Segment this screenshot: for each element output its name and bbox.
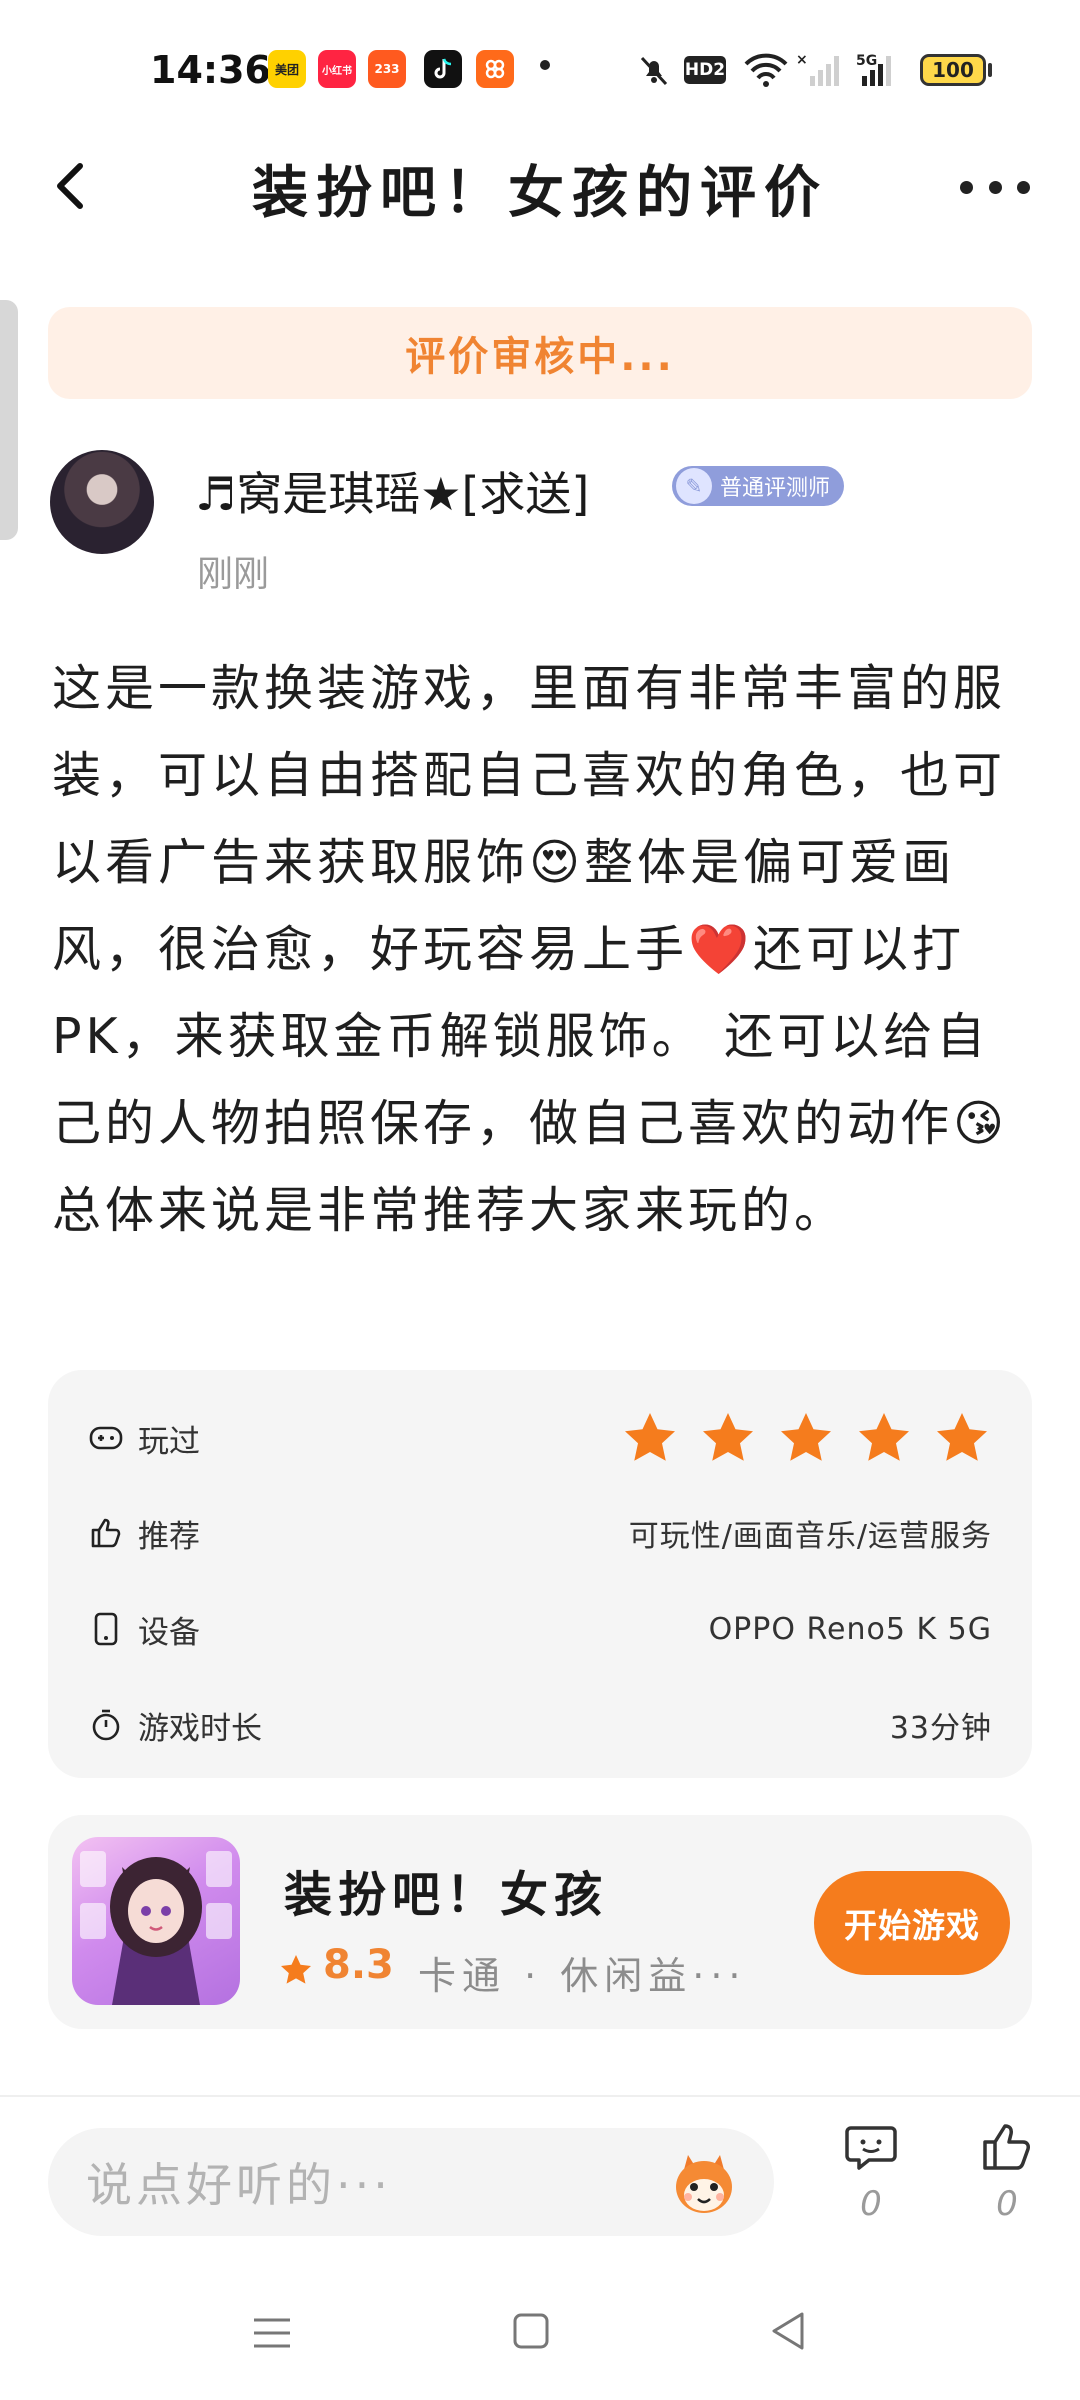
user-level-badge: ✎ 普通评测师: [672, 466, 845, 506]
recent-apps-icon[interactable]: [252, 2314, 292, 2352]
start-game-button[interactable]: 开始游戏: [814, 1871, 1010, 1975]
recommend-label: 推荐: [138, 1518, 200, 1555]
more-dot: [960, 180, 973, 194]
comment-input[interactable]: 说点好听的···: [48, 2128, 774, 2236]
game-card[interactable]: 装扮吧！女孩 8.3 卡通 · 休闲益··· 开始游戏: [48, 1815, 1032, 2029]
played-label: 玩过: [138, 1423, 200, 1460]
back-button[interactable]: [44, 150, 104, 220]
edge-panel-handle[interactable]: [0, 300, 18, 540]
svg-text:×: ×: [796, 52, 808, 68]
battery-indicator: 100: [920, 54, 986, 86]
badge-icon: ✎: [676, 468, 712, 504]
game-tags: 卡通 · 休闲益···: [418, 1954, 747, 1998]
game-rating: 8.3: [323, 1942, 394, 1988]
wifi-icon: [744, 53, 788, 87]
game-name[interactable]: 装扮吧！女孩: [284, 1855, 608, 1925]
bottom-divider: [0, 2095, 1080, 2097]
game-app-icon[interactable]: [72, 1837, 240, 2005]
comment-action[interactable]: 0: [836, 2118, 906, 2224]
rating-star-icon: [859, 1413, 909, 1461]
back-arrow-icon: [57, 163, 83, 209]
page-title: 装扮吧！女孩的评价: [252, 161, 828, 226]
tiktok-icon: [424, 50, 462, 88]
meituan-app-icon: 美团: [268, 50, 306, 88]
xiaohongshu-app-icon: 小红书: [318, 50, 356, 88]
post-time: 刚刚: [197, 554, 270, 595]
more-dot: [1017, 180, 1030, 194]
timer-icon: [88, 1707, 124, 1743]
device-row: 设备 OPPO Reno5 K 5G: [88, 1594, 992, 1664]
status-time: 14:36: [150, 48, 271, 92]
like-count: 0: [996, 2184, 1018, 2224]
recommend-value: 可玩性/画面音乐/运营服务: [628, 1519, 992, 1554]
device-label: 设备: [138, 1614, 200, 1651]
hd-icon: HD2: [684, 56, 726, 84]
user-name[interactable]: ♬窝是琪瑶★[求送]: [195, 458, 589, 524]
signal-5g-icon: 5G: [856, 53, 891, 86]
rating-stars: [620, 1408, 992, 1468]
review-status-banner: 评价审核中...: [48, 307, 1032, 399]
duration-row: 游戏时长 33分钟: [88, 1690, 992, 1760]
home-icon[interactable]: [513, 2313, 549, 2349]
review-body: 这是一款换装游戏，里面有非常丰富的服装，可以自由搭配自己喜欢的角色，也可以看广告…: [52, 660, 1009, 1239]
rating-star-icon: [937, 1413, 987, 1461]
rating-star-icon: [281, 1955, 311, 1984]
notification-dot: [540, 60, 550, 70]
recommend-row: 推荐 可玩性/画面音乐/运营服务: [88, 1498, 992, 1568]
like-action[interactable]: 0: [972, 2118, 1042, 2224]
device-value: OPPO Reno5 K 5G: [708, 1611, 992, 1647]
status-bar: 14:36 美团 小红书 233 HD2 × 5G 100: [0, 0, 1080, 140]
more-options-button[interactable]: [960, 172, 1030, 202]
badge-label: 普通评测师: [720, 476, 831, 501]
mute-icon: [640, 56, 668, 86]
svg-text:5G: 5G: [856, 53, 877, 69]
app-icon: [476, 50, 514, 88]
more-dot: [988, 180, 1002, 194]
thumbs-up-icon: [983, 2124, 1030, 2170]
rating-star-icon: [781, 1413, 831, 1461]
nav-back-icon[interactable]: [768, 2310, 808, 2352]
comment-icon: [845, 2126, 897, 2170]
signal-weak-icon: ×: [796, 52, 839, 86]
played-row: 玩过: [88, 1403, 992, 1473]
thumbs-up-icon: [88, 1515, 124, 1551]
avatar[interactable]: [50, 450, 154, 554]
battery-tip: [988, 63, 992, 77]
duration-label: 游戏时长: [138, 1710, 262, 1747]
rating-star-icon: [625, 1413, 675, 1461]
gamepad-icon: [88, 1420, 124, 1456]
app-233-icon: 233: [368, 50, 406, 88]
review-info-card: 玩过 推荐 可玩性/画面音乐/运营服务 设备 OPPO Reno5 K 5G 游…: [48, 1370, 1032, 1778]
rating-star-icon: [703, 1413, 753, 1461]
mascot-emoji-icon[interactable]: [668, 2147, 740, 2219]
phone-icon: [88, 1611, 124, 1647]
duration-value: 33分钟: [889, 1711, 992, 1746]
comment-count: 0: [860, 2184, 882, 2224]
